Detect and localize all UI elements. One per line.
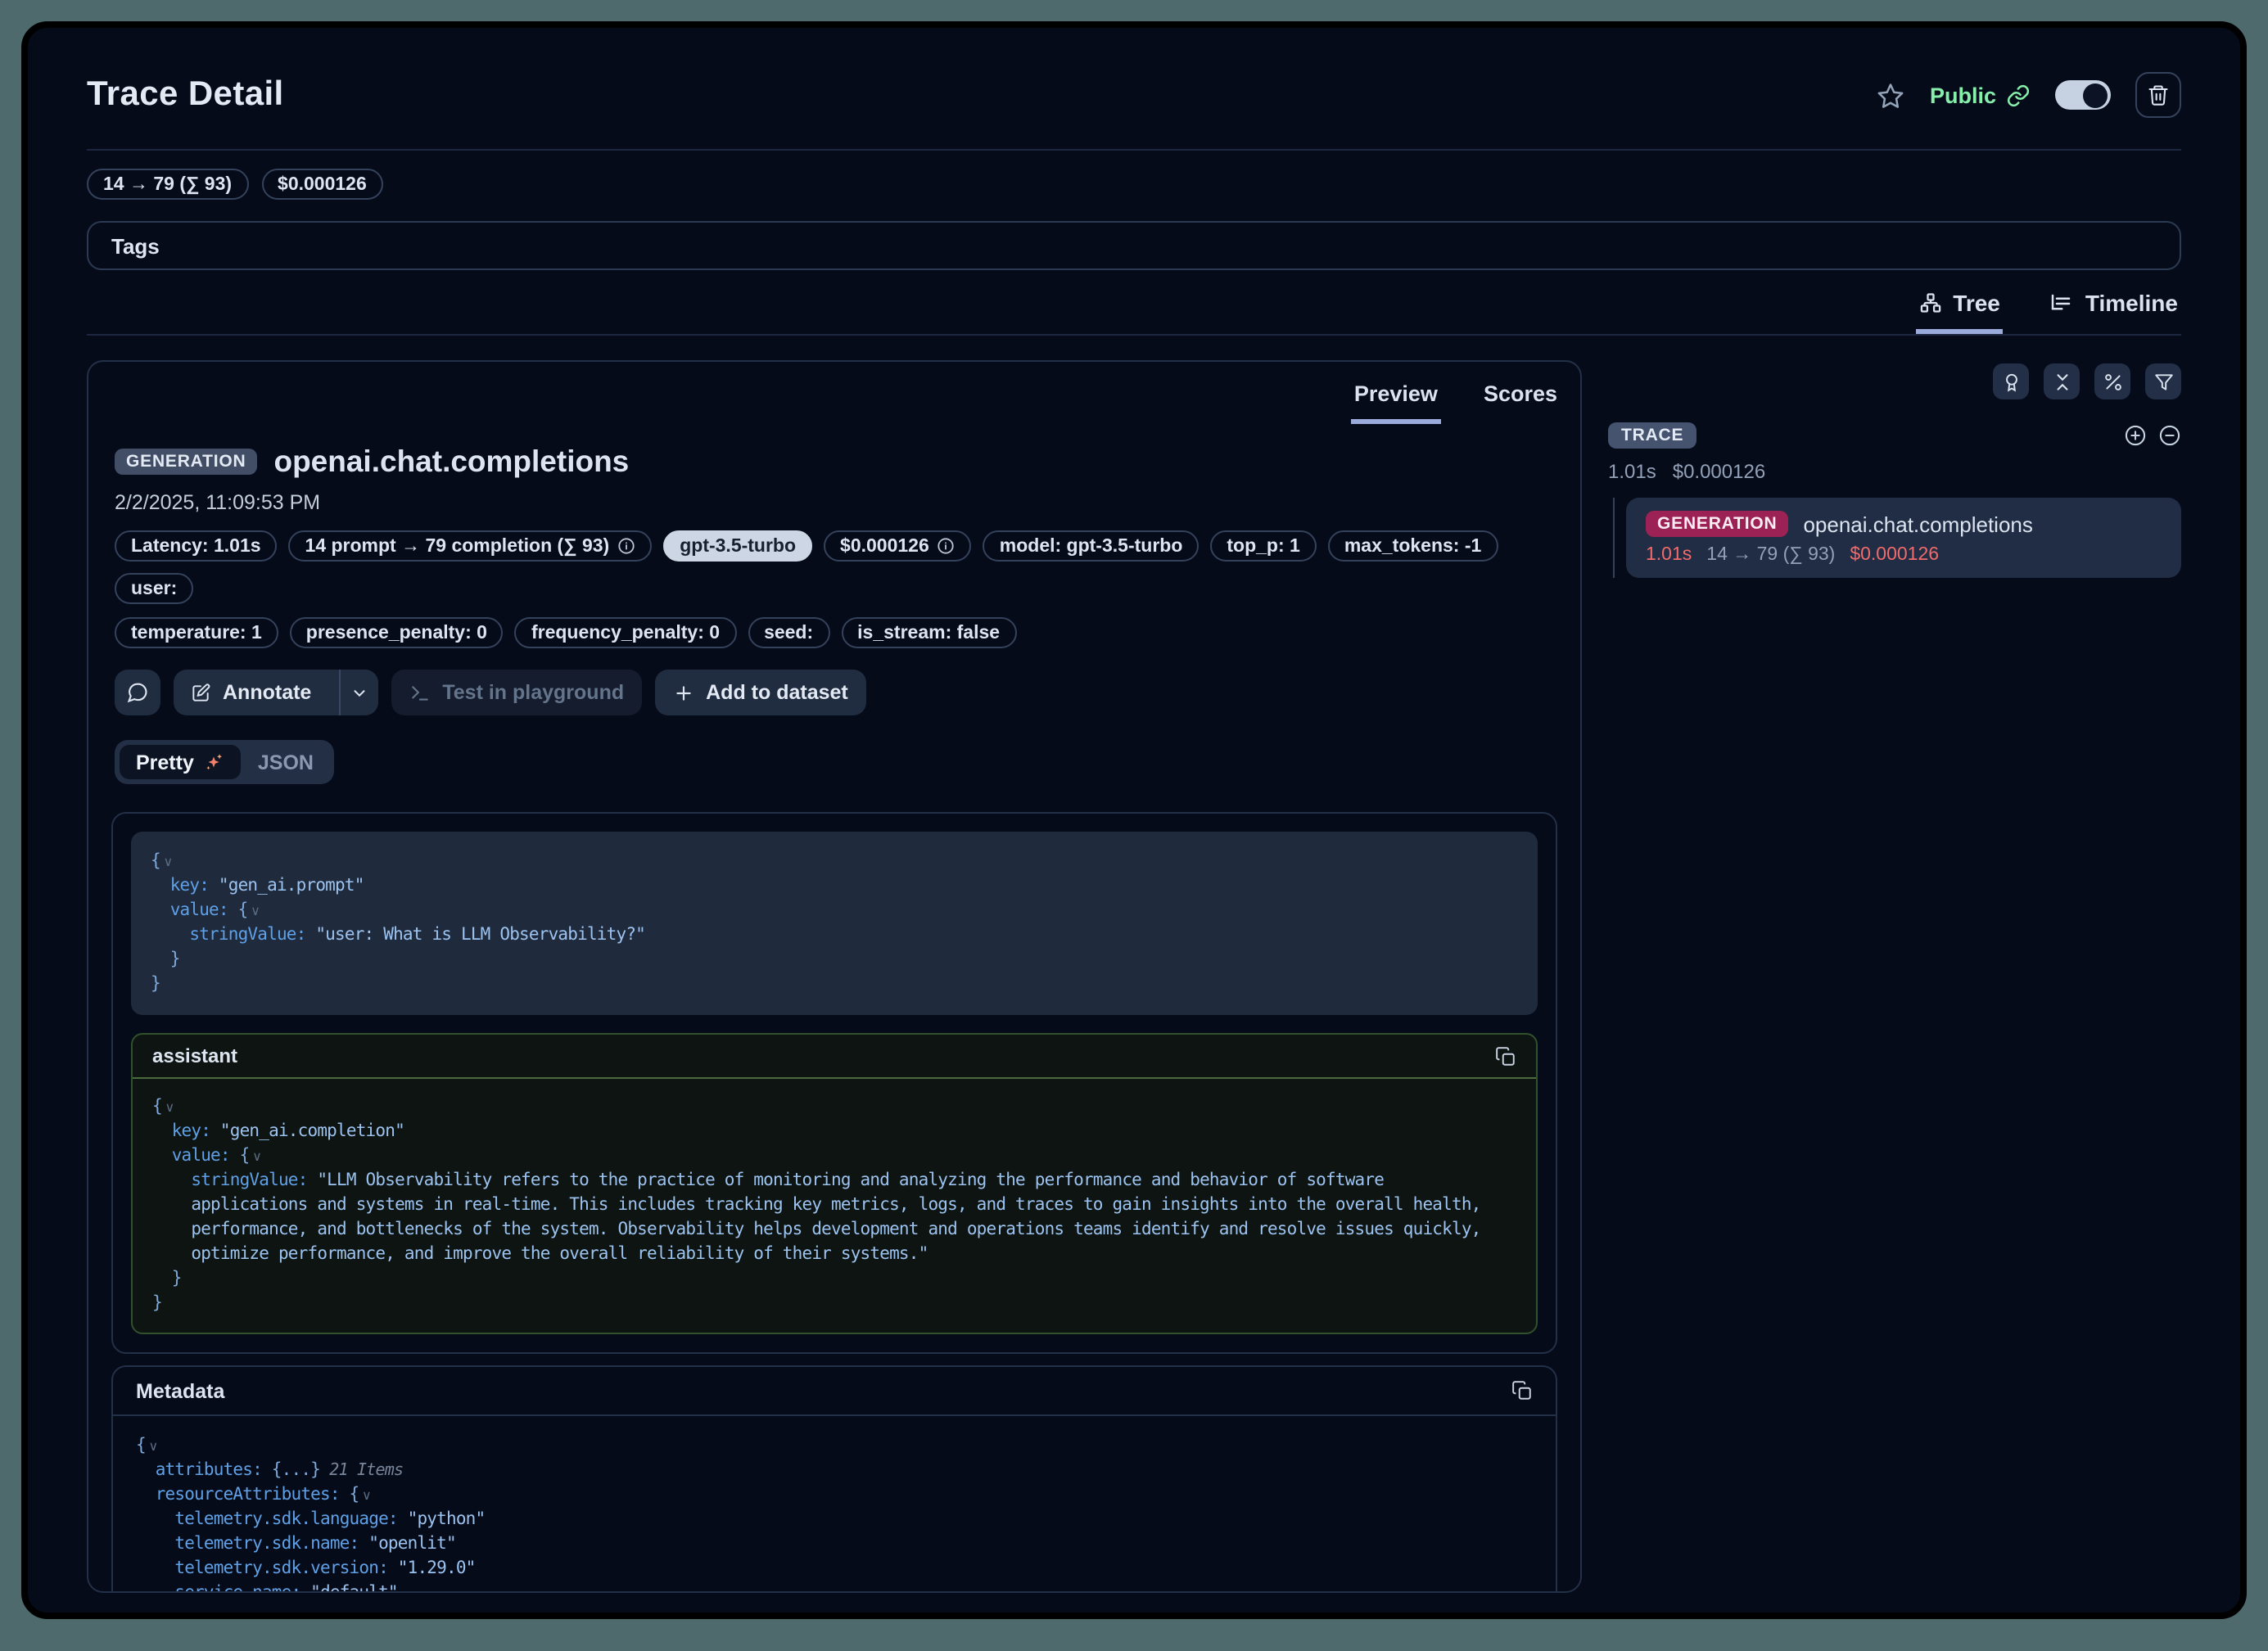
copy-icon <box>1495 1045 1516 1067</box>
copy-button[interactable] <box>1495 1045 1516 1067</box>
trace-token-badge: 14 → 79 (∑ 93) <box>87 169 248 200</box>
node-title: openai.chat.completions <box>1803 512 2032 536</box>
format-json-button[interactable]: JSON <box>242 745 330 779</box>
observation-timestamp: 2/2/2025, 11:09:53 PM <box>115 491 1554 514</box>
annotate-label: Annotate <box>223 681 311 704</box>
badge-user: user: <box>115 573 193 604</box>
observation-card: Preview Scores GENERATION openai.chat.co… <box>87 360 1582 1593</box>
circle-plus-icon <box>2124 424 2147 447</box>
observation-tabbar: Preview Scores <box>88 362 1580 424</box>
collapse-tree-button[interactable] <box>2158 424 2181 447</box>
trace-detail-window: Trace Detail Public 14 → 79 (∑ 93) $0.00… <box>21 21 2247 1618</box>
show-percent-button[interactable] <box>2094 363 2130 399</box>
tab-timeline-label: Timeline <box>2085 290 2178 316</box>
tab-preview[interactable]: Preview <box>1351 372 1441 424</box>
comment-button[interactable] <box>115 670 160 715</box>
terminal-icon <box>409 682 431 703</box>
annotate-scores-button[interactable] <box>1993 363 2029 399</box>
award-icon <box>2000 371 2022 392</box>
tree-indent-guide <box>1613 498 1615 578</box>
edit-icon <box>190 682 211 703</box>
trace-tree-panel: TRACE 1.01s $0.000126 GENE <box>1608 360 2181 578</box>
toggle-knob <box>2083 83 2108 107</box>
tree-icon <box>1918 291 1941 314</box>
badge-temperature: temperature: 1 <box>115 617 278 648</box>
copy-icon <box>1511 1380 1533 1401</box>
trace-badge: TRACE <box>1608 422 1696 449</box>
tags-box[interactable]: Tags <box>87 221 2181 270</box>
format-pretty-button[interactable]: Pretty <box>120 745 242 779</box>
node-latency: 1.01s <box>1646 545 1692 565</box>
metadata-title: Metadata <box>136 1379 224 1402</box>
tags-label: Tags <box>111 233 160 258</box>
tab-scores[interactable]: Scores <box>1480 372 1561 424</box>
io-section: { ∨ key: "gen_ai.prompt" value: { ∨ stri… <box>111 812 1557 1354</box>
badge-seed: seed: <box>748 617 829 648</box>
pretty-label: Pretty <box>136 751 194 774</box>
metadata-card: Metadata { ∨ attributes: {...} 21 Items … <box>111 1365 1557 1593</box>
collapse-all-button[interactable] <box>2044 363 2080 399</box>
copy-button[interactable] <box>1511 1380 1533 1401</box>
badge-top-p: top_p: 1 <box>1210 530 1316 562</box>
sparkles-icon <box>204 751 225 773</box>
badge-frequency-penalty: frequency_penalty: 0 <box>515 617 736 648</box>
circle-minus-icon <box>2158 424 2181 447</box>
trace-cost: $0.000126 <box>1673 460 1765 483</box>
badge-tokens[interactable]: 14 prompt → 79 completion (∑ 93) <box>289 530 653 562</box>
tab-timeline[interactable]: Timeline <box>2046 280 2181 334</box>
metadata-json-block[interactable]: { ∨ attributes: {...} 21 Items resourceA… <box>113 1416 1556 1593</box>
info-icon <box>617 537 635 555</box>
node-cost: $0.000126 <box>1850 545 1939 565</box>
generation-badge: GENERATION <box>1646 511 1788 537</box>
badge-is-stream: is_stream: false <box>841 617 1016 648</box>
app-header: Trace Detail Public <box>28 28 2240 149</box>
expand-all-button[interactable] <box>2124 424 2147 447</box>
badge-presence-penalty: presence_penalty: 0 <box>290 617 504 648</box>
add-to-dataset-button[interactable]: Add to dataset <box>655 670 866 715</box>
delete-trace-button[interactable] <box>2135 72 2181 118</box>
format-toggle: Pretty JSON <box>115 740 335 784</box>
comment-icon <box>126 681 149 704</box>
observation-title: openai.chat.completions <box>273 444 629 480</box>
test-in-playground-button[interactable]: Test in playground <box>391 670 642 715</box>
public-link[interactable]: Public <box>1930 83 2031 107</box>
add-to-dataset-label: Add to dataset <box>706 681 848 704</box>
badge-latency: Latency: 1.01s <box>115 530 278 562</box>
node-tokens: 14 → 79 (∑ 93) <box>1706 545 1835 565</box>
generation-tree-node[interactable]: GENERATION openai.chat.completions 1.01s… <box>1626 498 2181 578</box>
tab-tree-label: Tree <box>1953 290 2000 316</box>
public-label: Public <box>1930 83 1996 107</box>
info-icon <box>937 537 956 555</box>
trace-latency: 1.01s <box>1608 460 1656 483</box>
annotate-button[interactable]: Annotate <box>174 670 328 715</box>
annotate-split-button: Annotate <box>174 670 378 715</box>
tab-tree[interactable]: Tree <box>1915 280 2004 334</box>
star-icon[interactable] <box>1877 81 1905 109</box>
badge-cost[interactable]: $0.000126 <box>824 530 972 562</box>
timeline-icon <box>2049 291 2074 315</box>
page-title: Trace Detail <box>87 75 284 115</box>
public-toggle[interactable] <box>2055 80 2111 110</box>
plus-icon <box>673 682 694 703</box>
test-in-playground-label: Test in playground <box>442 681 624 704</box>
completion-json-block[interactable]: { ∨ key: "gen_ai.completion" value: { ∨ … <box>133 1079 1536 1333</box>
funnel-icon <box>2153 371 2174 392</box>
view-tabbar: Tree Timeline <box>87 280 2181 336</box>
generation-type-badge: GENERATION <box>115 449 257 475</box>
collapse-icon <box>2051 371 2072 392</box>
header-divider <box>87 149 2181 151</box>
assistant-block: assistant { ∨ key: "gen_ai.completion" v… <box>131 1033 1538 1334</box>
trace-cost-badge: $0.000126 <box>261 169 383 200</box>
chevron-down-icon <box>350 683 368 701</box>
badge-max-tokens: max_tokens: -1 <box>1328 530 1498 562</box>
link-icon <box>2006 83 2031 107</box>
annotate-dropdown-button[interactable] <box>339 670 378 715</box>
filter-button[interactable] <box>2145 363 2181 399</box>
prompt-json-block[interactable]: { ∨ key: "gen_ai.prompt" value: { ∨ stri… <box>131 832 1538 1015</box>
badge-model[interactable]: gpt-3.5-turbo <box>663 530 812 562</box>
badge-model-param: model: gpt-3.5-turbo <box>983 530 1200 562</box>
percent-icon <box>2102 371 2123 392</box>
assistant-role-label: assistant <box>152 1044 237 1067</box>
